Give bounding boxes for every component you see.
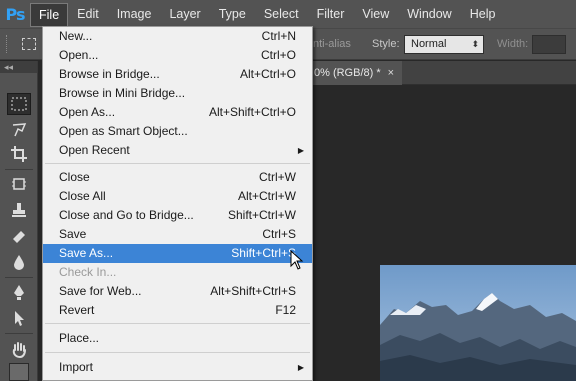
toolbox-divider <box>5 333 33 334</box>
menu-item-browse-in-mini-bridge[interactable]: Browse in Mini Bridge... <box>43 84 312 103</box>
menu-item-label: Save <box>59 227 87 241</box>
menu-item-label: New... <box>59 29 93 43</box>
file-menu-dropdown: New... Ctrl+N Open... Ctrl+O Browse in Bri… <box>42 26 313 381</box>
menu-separator <box>45 323 310 324</box>
rectangular-marquee-tool-icon[interactable] <box>7 93 31 115</box>
document-tab-bar: 0% (RGB/8) * × <box>312 61 576 85</box>
crop-tool-icon[interactable] <box>7 143 31 165</box>
close-icon[interactable]: × <box>388 61 394 85</box>
menu-item-shortcut: Ctrl+N <box>261 29 296 43</box>
menu-item-label: Close <box>59 170 90 184</box>
menu-item-shortcut: F12 <box>275 303 296 317</box>
menu-item-shortcut: Alt+Ctrl+W <box>237 189 296 203</box>
menu-item-label: Open... <box>59 48 99 62</box>
menu-item-label: Close All <box>59 189 106 203</box>
menu-item-close[interactable]: Close Ctrl+W <box>43 168 312 187</box>
menu-view[interactable]: View <box>353 0 398 28</box>
menu-item-check-in: Check In... <box>43 263 312 282</box>
menu-item-label: Revert <box>59 303 95 317</box>
menu-item-shortcut: Ctrl+W <box>259 170 296 184</box>
antialias-label: nti-alias <box>313 38 351 50</box>
menu-item-shortcut: Alt+Shift+Ctrl+O <box>208 105 296 119</box>
menu-item-shortcut: Alt+Shift+Ctrl+S <box>210 284 296 298</box>
menu-item-label: Import <box>59 360 94 374</box>
menu-item-open-recent[interactable]: Open Recent ▶ <box>43 141 312 160</box>
document-tab[interactable]: 0% (RGB/8) * × <box>312 61 402 85</box>
menu-item-import[interactable]: Import ▶ <box>43 358 312 377</box>
menu-item-label: Place... <box>59 331 100 345</box>
width-input[interactable] <box>532 35 566 54</box>
menu-item-shortcut: Shift+Ctrl+W <box>227 208 296 222</box>
menu-item-close-and-go-to-bridge[interactable]: Close and Go to Bridge... Shift+Ctrl+W <box>43 206 312 225</box>
menu-item-browse-in-bridge[interactable]: Browse in Bridge... Alt+Ctrl+O <box>43 65 312 84</box>
menu-item-new[interactable]: New... Ctrl+N <box>43 27 312 46</box>
marquee-preset-icon[interactable] <box>22 38 36 50</box>
menu-item-close-all[interactable]: Close All Alt+Ctrl+W <box>43 187 312 206</box>
menu-help[interactable]: Help <box>461 0 505 28</box>
submenu-arrow-icon: ▶ <box>297 363 304 372</box>
mouse-pointer-icon <box>290 249 304 273</box>
menu-item-shortcut: Ctrl+O <box>260 48 296 62</box>
menu-item-label: Browse in Bridge... <box>59 67 160 81</box>
toolbox-collapse[interactable]: ◂◂ <box>0 61 37 73</box>
eraser-tool-icon[interactable] <box>7 225 31 247</box>
menu-item-shortcut: Ctrl+S <box>262 227 296 241</box>
toolbox: ◂◂ <box>0 61 38 381</box>
path-selection-tool-icon[interactable] <box>7 307 31 329</box>
blur-tool-icon[interactable] <box>7 251 31 273</box>
toolbox-divider <box>5 277 33 278</box>
menu-item-shortcut: Shift+Ctrl+S <box>231 246 296 260</box>
menu-item-save-for-web[interactable]: Save for Web... Alt+Shift+Ctrl+S <box>43 282 312 301</box>
menu-separator <box>45 163 310 164</box>
toolbox-divider <box>5 169 33 170</box>
menu-item-label: Open as Smart Object... <box>59 124 188 138</box>
hand-tool-icon[interactable] <box>7 339 31 361</box>
mountain-photo <box>380 265 576 381</box>
menu-item-label: Close and Go to Bridge... <box>59 208 194 222</box>
menu-filter[interactable]: Filter <box>308 0 354 28</box>
menu-item-label: Save As... <box>59 246 114 260</box>
menu-image[interactable]: Image <box>108 0 161 28</box>
style-value: Normal <box>411 38 447 50</box>
menu-item-label: Open As... <box>59 105 116 119</box>
photoshop-logo: Ps <box>5 4 26 24</box>
menu-layer[interactable]: Layer <box>160 0 209 28</box>
menu-item-label: Save for Web... <box>59 284 142 298</box>
menu-window[interactable]: Window <box>398 0 460 28</box>
menu-item-label: Browse in Mini Bridge... <box>59 86 186 100</box>
menu-file[interactable]: File <box>30 3 69 27</box>
options-grip[interactable] <box>6 35 8 53</box>
menu-type[interactable]: Type <box>210 0 255 28</box>
menu-item-save-as[interactable]: Save As... Shift+Ctrl+S <box>43 244 312 263</box>
eyedropper-tool-icon[interactable] <box>7 173 31 195</box>
menu-item-open-as-smart-object[interactable]: Open as Smart Object... <box>43 122 312 141</box>
clone-stamp-tool-icon[interactable] <box>7 199 31 221</box>
lasso-tool-icon[interactable] <box>7 119 31 141</box>
width-label: Width: <box>497 38 529 50</box>
style-label: Style: <box>372 38 400 50</box>
style-select[interactable]: Normal ⬍ <box>404 35 484 54</box>
menu-item-place[interactable]: Place... <box>43 329 312 348</box>
updown-arrow-icon: ⬍ <box>471 39 479 49</box>
submenu-arrow-icon: ▶ <box>297 146 304 155</box>
menu-item-revert[interactable]: Revert F12 <box>43 301 312 320</box>
menu-item-open[interactable]: Open... Ctrl+O <box>43 46 312 65</box>
menu-separator <box>45 352 310 353</box>
menu-edit[interactable]: Edit <box>68 0 108 28</box>
menu-bar: Ps File Edit Image Layer Type Select Fil… <box>0 0 576 28</box>
menu-item-label: Open Recent <box>59 143 130 157</box>
menu-item-shortcut: Alt+Ctrl+O <box>239 67 296 81</box>
pen-tool-icon[interactable] <box>7 281 31 303</box>
document-tab-title: 0% (RGB/8) * <box>314 67 381 79</box>
menu-item-save[interactable]: Save Ctrl+S <box>43 225 312 244</box>
menu-item-open-as[interactable]: Open As... Alt+Shift+Ctrl+O <box>43 103 312 122</box>
menu-select[interactable]: Select <box>255 0 308 28</box>
menu-item-label: Check In... <box>59 265 117 279</box>
foreground-color-swatch[interactable] <box>9 363 29 381</box>
